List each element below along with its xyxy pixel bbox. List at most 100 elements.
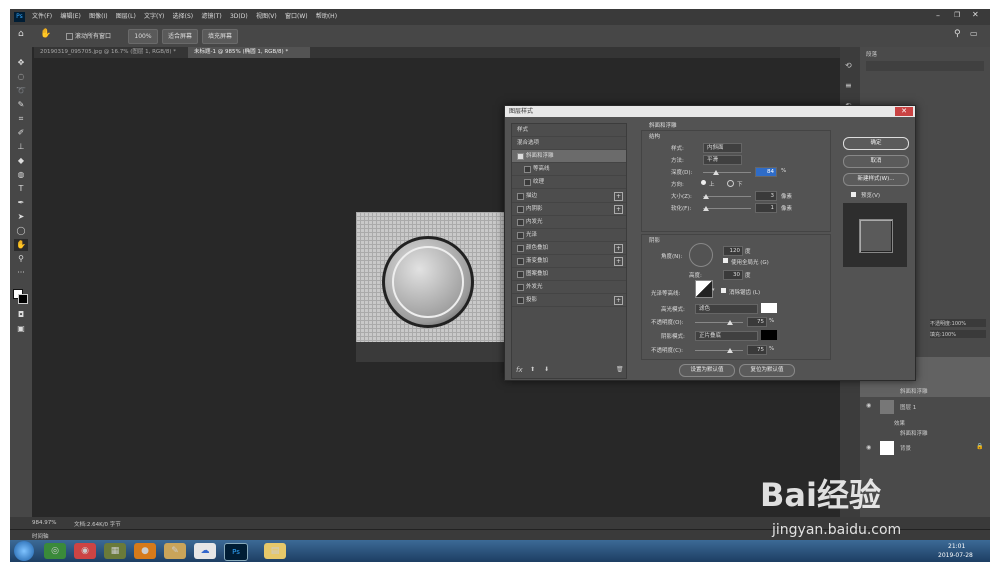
fit-screen-button[interactable]: 适合屏幕 bbox=[162, 29, 198, 44]
list-item-drop-shadow[interactable]: 投影 + bbox=[512, 294, 626, 307]
minimize-icon[interactable]: – bbox=[936, 11, 940, 20]
list-item-contour[interactable]: 等高线 bbox=[512, 163, 626, 176]
technique-select[interactable]: 平滑 bbox=[703, 155, 742, 165]
scroll-all-checkbox[interactable] bbox=[66, 33, 73, 40]
eye-icon[interactable]: ◉ bbox=[866, 444, 871, 451]
new-style-button[interactable]: 新建样式(W)... bbox=[843, 173, 909, 186]
document-image[interactable] bbox=[356, 212, 524, 362]
zoom-readout[interactable]: 984.97% bbox=[32, 520, 56, 526]
shadow-mode-select[interactable]: 正片叠底 bbox=[695, 331, 758, 341]
trash-icon[interactable]: 🗑 bbox=[616, 366, 624, 373]
highlight-opacity-input[interactable]: 75 bbox=[747, 317, 767, 327]
brush-tool-icon[interactable]: ✐ bbox=[14, 127, 28, 139]
highlight-mode-select[interactable]: 滤色 bbox=[695, 304, 758, 314]
search-icon[interactable]: ⚲ bbox=[954, 29, 961, 39]
menu-layer[interactable]: 图层(L) bbox=[116, 9, 136, 25]
menu-3d[interactable]: 3D(D) bbox=[230, 9, 248, 25]
drop-shadow-checkbox[interactable] bbox=[517, 297, 524, 304]
tab-photo[interactable]: 20190319_095705.jpg @ 16.7% (图层 1, RGB/8… bbox=[34, 47, 188, 58]
firefox-icon[interactable]: ● bbox=[134, 543, 156, 559]
shape-tool-icon[interactable]: ◯ bbox=[14, 225, 28, 237]
quick-mask-icon[interactable]: ◘ bbox=[14, 309, 28, 321]
altitude-input[interactable]: 30 bbox=[723, 270, 743, 280]
zoom-100-button[interactable]: 100% bbox=[128, 29, 158, 44]
marquee-tool-icon[interactable]: ◌ bbox=[14, 71, 28, 83]
gloss-contour-preview[interactable] bbox=[695, 280, 713, 298]
background-color-swatch[interactable] bbox=[18, 294, 28, 304]
depth-slider[interactable] bbox=[703, 172, 751, 173]
list-item-inner-shadow[interactable]: 内阴影 + bbox=[512, 203, 626, 216]
direction-up-radio[interactable] bbox=[701, 180, 706, 185]
type-tool-icon[interactable]: T bbox=[14, 183, 28, 195]
texture-checkbox[interactable] bbox=[524, 179, 531, 186]
add-stroke-icon[interactable]: + bbox=[614, 192, 623, 201]
move-up-icon[interactable]: ⬆ bbox=[530, 366, 535, 373]
app-cube-icon[interactable]: ▦ bbox=[104, 543, 126, 559]
workspace-icon[interactable]: ▭ bbox=[970, 29, 978, 38]
shadow-opacity-input[interactable]: 75 bbox=[747, 345, 767, 355]
layer-row[interactable]: ◉ 图层 1 bbox=[860, 397, 990, 417]
menu-image[interactable]: 图像(I) bbox=[89, 9, 107, 25]
gradient-overlay-checkbox[interactable] bbox=[517, 258, 524, 265]
notes-icon[interactable]: ✎ bbox=[164, 543, 186, 559]
add-drop-shadow-icon[interactable]: + bbox=[614, 296, 623, 305]
cloud-icon[interactable]: ☁ bbox=[194, 543, 216, 559]
fill-screen-button[interactable]: 填充屏幕 bbox=[202, 29, 238, 44]
list-item-bevel[interactable]: 斜面和浮雕 bbox=[512, 150, 626, 163]
soften-input[interactable]: 1 bbox=[755, 203, 777, 213]
list-item-inner-glow[interactable]: 内发光 bbox=[512, 216, 626, 229]
start-button[interactable] bbox=[14, 541, 34, 561]
eye-icon[interactable]: ◉ bbox=[866, 402, 871, 409]
move-down-icon[interactable]: ⬇ bbox=[544, 366, 549, 373]
more-tools-icon[interactable]: ··· bbox=[14, 267, 28, 279]
tray-date[interactable]: 2019-07-28 bbox=[938, 552, 973, 559]
reset-default-button[interactable]: 复位为默认值 bbox=[739, 364, 795, 377]
ok-button[interactable]: 确定 bbox=[843, 137, 909, 150]
crop-tool-icon[interactable]: ⌗ bbox=[14, 113, 28, 125]
menu-select[interactable]: 选择(S) bbox=[173, 9, 194, 25]
menu-file[interactable]: 文件(F) bbox=[32, 9, 52, 25]
bucket-tool-icon[interactable]: ◍ bbox=[14, 169, 28, 181]
soften-slider[interactable] bbox=[703, 208, 751, 209]
dialog-titlebar[interactable]: 图层样式 ✕ bbox=[505, 106, 915, 117]
fx-icon[interactable]: fx bbox=[516, 366, 523, 374]
list-item-gradient-overlay[interactable]: 渐变叠加 + bbox=[512, 255, 626, 268]
size-slider-thumb[interactable] bbox=[703, 194, 709, 199]
depth-input[interactable]: 84 bbox=[755, 167, 777, 177]
path-select-icon[interactable]: ➤ bbox=[14, 211, 28, 223]
satin-checkbox[interactable] bbox=[517, 232, 524, 239]
color-overlay-checkbox[interactable] bbox=[517, 245, 524, 252]
list-item-texture[interactable]: 纹理 bbox=[512, 176, 626, 189]
menu-filter[interactable]: 滤镜(T) bbox=[201, 9, 221, 25]
close-icon[interactable]: ✕ bbox=[972, 10, 979, 19]
list-item-satin[interactable]: 光泽 bbox=[512, 229, 626, 242]
list-item-pattern-overlay[interactable]: 图案叠加 bbox=[512, 268, 626, 281]
pattern-overlay-checkbox[interactable] bbox=[517, 271, 524, 278]
history-icon[interactable]: ⟲ bbox=[845, 61, 852, 70]
photoshop-taskbar-icon[interactable]: Ps bbox=[224, 543, 248, 561]
shadow-color-swatch[interactable] bbox=[761, 330, 777, 340]
chrome-icon[interactable]: ◉ bbox=[74, 543, 96, 559]
screen-mode-icon[interactable]: ▣ bbox=[14, 323, 28, 335]
cancel-button[interactable]: 取消 bbox=[843, 155, 909, 168]
inner-glow-checkbox[interactable] bbox=[517, 219, 524, 226]
tab-untitled[interactable]: 未标题-1 @ 985% (椭圆 1, RGB/8) * bbox=[188, 47, 310, 58]
menu-type[interactable]: 文字(Y) bbox=[144, 9, 164, 25]
highlight-opacity-slider[interactable] bbox=[695, 322, 743, 323]
menu-help[interactable]: 帮助(H) bbox=[316, 9, 337, 25]
app-360-icon[interactable]: ◎ bbox=[44, 543, 66, 559]
list-item-styles[interactable]: 样式 bbox=[512, 124, 626, 137]
antialias-checkbox[interactable] bbox=[721, 288, 726, 293]
properties-icon[interactable]: ≡ bbox=[845, 81, 852, 90]
zoom-tool-icon[interactable]: ⚲ bbox=[14, 253, 28, 265]
style-select[interactable]: 内斜面 bbox=[703, 143, 742, 153]
pen-tool-icon[interactable]: ✒ bbox=[14, 197, 28, 209]
shadow-opacity-slider[interactable] bbox=[695, 350, 743, 351]
add-inner-shadow-icon[interactable]: + bbox=[614, 205, 623, 214]
move-tool-icon[interactable]: ✥ bbox=[14, 57, 28, 69]
angle-input[interactable]: 120 bbox=[723, 246, 743, 256]
add-gradient-overlay-icon[interactable]: + bbox=[614, 257, 623, 266]
add-color-overlay-icon[interactable]: + bbox=[614, 244, 623, 253]
make-default-button[interactable]: 设置为默认值 bbox=[679, 364, 735, 377]
highlight-color-swatch[interactable] bbox=[761, 303, 777, 313]
